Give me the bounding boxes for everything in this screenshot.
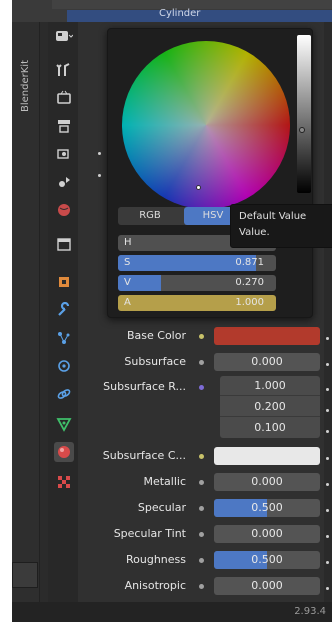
- metallic-label: Metallic: [143, 475, 186, 488]
- color-picker-popup: RGB HSV H S 0.871 V 0.270 A 1.000: [107, 28, 313, 318]
- row-menu-dot[interactable]: [326, 483, 329, 486]
- subsurface-color-swatch[interactable]: [214, 447, 320, 465]
- specular-socket[interactable]: [199, 506, 204, 511]
- roughness-label: Roughness: [125, 553, 186, 566]
- constraints-icon[interactable]: [54, 384, 74, 404]
- subsurface-color-label: Subsurface C...: [102, 449, 186, 462]
- blenderkit-tab[interactable]: BlenderKit: [20, 60, 31, 112]
- row-menu-dot[interactable]: [326, 509, 329, 512]
- row-menu-dot[interactable]: [326, 535, 329, 538]
- tooltip-description: Value.: [239, 227, 270, 238]
- data-icon[interactable]: [54, 414, 74, 434]
- metallic-socket[interactable]: [199, 480, 204, 485]
- editor-type-icon[interactable]: [54, 26, 74, 46]
- row-menu-dot[interactable]: [326, 388, 329, 391]
- subsurface-field[interactable]: 0.000: [214, 353, 320, 371]
- subsurface-radius-y[interactable]: 0.200: [220, 397, 320, 417]
- properties-tabs-toolbar: [48, 22, 78, 612]
- specular-tint-socket[interactable]: [199, 532, 204, 537]
- subsurface-radius-x[interactable]: 1.000: [220, 376, 320, 396]
- value-slider-handle[interactable]: [299, 127, 305, 133]
- right-edge-column: [324, 22, 332, 602]
- subsurface-color-socket[interactable]: [199, 454, 204, 459]
- collection-icon[interactable]: [54, 234, 74, 254]
- base-color-swatch[interactable]: [214, 327, 320, 345]
- anisotropic-label: Anisotropic: [124, 579, 186, 592]
- color-wheel[interactable]: [122, 41, 290, 209]
- metallic-field[interactable]: 0.000: [214, 473, 320, 491]
- left-side-panel: BlenderKit: [12, 22, 40, 612]
- value-slider[interactable]: [297, 35, 311, 193]
- modifier-icon[interactable]: [54, 300, 74, 320]
- world-icon[interactable]: [54, 200, 74, 220]
- specular-tint-field[interactable]: 0.000: [214, 525, 320, 543]
- subsurface-label: Subsurface: [124, 355, 186, 368]
- view-layer-icon[interactable]: [54, 144, 74, 164]
- side-panel-dock-button[interactable]: [12, 562, 38, 588]
- tooltip-title: Default Value: [239, 211, 307, 222]
- subsurface-radius-socket[interactable]: [199, 385, 204, 390]
- anisotropic-field[interactable]: 0.000: [214, 577, 320, 595]
- render-icon[interactable]: [54, 88, 74, 108]
- blender-window: Cylinder BlenderKit Base Color Subsurfac…: [12, 0, 332, 622]
- roughness-field[interactable]: 0.500: [214, 551, 320, 569]
- roughness-socket[interactable]: [199, 558, 204, 563]
- panel-dot: [98, 174, 101, 177]
- specular-field[interactable]: 0.500: [214, 499, 320, 517]
- value-field[interactable]: V 0.270: [118, 275, 276, 291]
- base-color-label: Base Color: [126, 329, 186, 342]
- subsurface-radius-z[interactable]: 0.100: [220, 418, 320, 438]
- alpha-field[interactable]: A 1.000: [118, 295, 276, 311]
- texture-icon[interactable]: [54, 472, 74, 492]
- mode-rgb-button[interactable]: RGB: [118, 207, 182, 225]
- row-menu-dot[interactable]: [326, 363, 329, 366]
- scene-icon[interactable]: [54, 172, 74, 192]
- physics-icon[interactable]: [54, 356, 74, 376]
- saturation-field[interactable]: S 0.871: [118, 255, 276, 271]
- specular-label: Specular: [137, 501, 186, 514]
- row-menu-dot[interactable]: [326, 430, 329, 433]
- version-label: 2.93.4: [294, 606, 326, 617]
- material-icon[interactable]: [54, 442, 74, 462]
- tool-icon[interactable]: [54, 60, 74, 80]
- color-wheel-cursor[interactable]: [196, 185, 201, 190]
- specular-tint-label: Specular Tint: [113, 527, 186, 540]
- row-menu-dot[interactable]: [326, 587, 329, 590]
- outliner-area: Cylinder: [12, 0, 332, 24]
- output-icon[interactable]: [54, 116, 74, 136]
- status-bar: 2.93.4: [12, 602, 332, 622]
- outliner-object-name: Cylinder: [159, 8, 201, 19]
- panel-dot: [98, 152, 101, 155]
- subsurface-radius-label: Subsurface R...: [103, 380, 186, 393]
- tooltip: Default Value Value.: [230, 204, 332, 248]
- row-menu-dot[interactable]: [326, 337, 329, 340]
- row-menu-dot[interactable]: [326, 409, 329, 412]
- row-menu-dot[interactable]: [326, 457, 329, 460]
- subsurface-radius-vector: 1.000 0.200 0.100: [220, 376, 320, 438]
- particles-icon[interactable]: [54, 328, 74, 348]
- subsurface-socket[interactable]: [199, 360, 204, 365]
- base-color-socket[interactable]: [199, 334, 204, 339]
- row-menu-dot[interactable]: [326, 561, 329, 564]
- anisotropic-socket[interactable]: [199, 584, 204, 589]
- object-icon[interactable]: [54, 272, 74, 292]
